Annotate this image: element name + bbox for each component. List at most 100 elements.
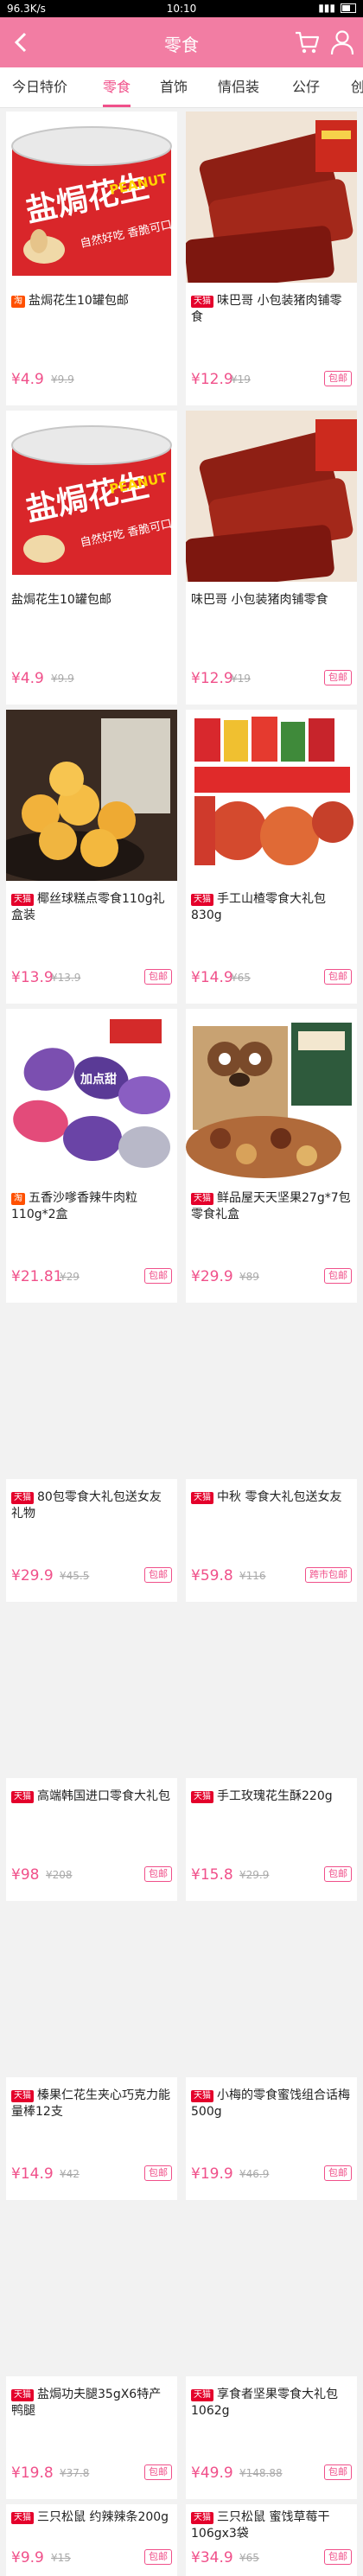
free-shipping-tag: 包邮 — [144, 2165, 172, 2181]
product-card[interactable]: 天猫 椰丝球糕点零食110g礼盒装 ¥13.9 ¥13.9 包邮 — [6, 710, 177, 1004]
product-image[interactable] — [6, 710, 177, 881]
current-price: ¥9.9 — [11, 2549, 44, 2566]
product-image[interactable] — [186, 710, 357, 881]
product-card[interactable]: 天猫 三只松鼠 约辣辣条200g ¥9.9 ¥15 包邮 — [6, 2504, 177, 2576]
current-price: ¥19.9 — [191, 2165, 233, 2183]
product-image-placeholder[interactable] — [186, 1607, 357, 1778]
product-image[interactable]: 盐焗花生 PEANUT 自然好吃 香脆可口 — [6, 411, 177, 582]
taobao-badge: 淘 — [11, 296, 25, 308]
product-card[interactable]: 盐焗花生 PEANUT 自然好吃 香脆可口 淘盐焗花生10罐包邮 ¥4.9 ¥9… — [6, 112, 177, 405]
product-image[interactable]: 盐焗花生 PEANUT 自然好吃 香脆可口 — [6, 112, 177, 283]
original-price: ¥42 — [60, 2168, 80, 2180]
product-name: 盐焗花生10罐包邮 — [11, 593, 111, 607]
product-title: 天猫 鲜品屋天天坚果27g*7包零食礼盒 — [191, 1190, 352, 1223]
product-card[interactable]: 天猫 榛果仁花生夹心巧克力能量棒12支 ¥14.9 ¥42 包邮 — [6, 1906, 177, 2200]
user-icon[interactable] — [330, 29, 354, 55]
product-title: 盐焗花生10罐包邮 — [11, 592, 172, 609]
tab-more[interactable]: 创 — [351, 67, 363, 107]
product-title: 淘盐焗花生10罐包邮 — [11, 293, 172, 309]
free-shipping-tag: 包邮 — [324, 2165, 352, 2181]
product-title: 天猫 小梅的零食蜜饯组合话梅500g — [191, 2088, 352, 2120]
tmall-badge: 天猫 — [11, 2090, 34, 2102]
product-image[interactable] — [186, 112, 357, 283]
product-card[interactable]: 味巴哥 小包装猪肉铺零食 ¥12.9 ¥19 包邮 — [186, 411, 357, 705]
product-card[interactable]: 天猫 三只松鼠 蜜饯草莓干106gx3袋 ¥34.9 ¥65 包邮 — [186, 2504, 357, 2576]
tmall-badge: 天猫 — [191, 894, 213, 906]
product-image[interactable] — [186, 1009, 357, 1180]
product-image-placeholder[interactable] — [186, 1308, 357, 1479]
current-price: ¥14.9 — [11, 2165, 54, 2183]
nuts-giftbox-image — [186, 1009, 357, 1180]
free-shipping-tag: 包邮 — [144, 2549, 172, 2565]
free-shipping-tag: 包邮 — [324, 2464, 352, 2480]
product-image-placeholder[interactable] — [6, 1308, 177, 1479]
product-name: 高端韩国进口零食大礼包 — [37, 1789, 170, 1803]
product-image-placeholder[interactable] — [6, 1607, 177, 1778]
product-card[interactable]: 天猫 小梅的零食蜜饯组合话梅500g ¥19.9 ¥46.9 包邮 — [186, 1906, 357, 2200]
product-title: 天猫 手工山楂零食大礼包830g — [191, 891, 352, 924]
tab-today-deals[interactable]: 今日特价 — [12, 67, 67, 107]
product-image-placeholder[interactable] — [6, 1906, 177, 2077]
product-card[interactable]: 天猫 味巴哥 小包装猪肉铺零食 ¥12.9 ¥19 包邮 — [186, 112, 357, 405]
free-shipping-tag: 包邮 — [324, 1268, 352, 1284]
free-shipping-tag: 包邮 — [144, 1866, 172, 1882]
original-price: ¥9.9 — [51, 673, 74, 685]
tab-couple-wear[interactable]: 情侣装 — [218, 67, 259, 107]
product-card[interactable]: 加点甜 淘五香沙嗲香辣牛肉粒110g*2盒 ¥21.81 ¥29 包邮 — [6, 1009, 177, 1303]
product-title: 天猫 80包零食大礼包送女友礼物 — [11, 1489, 172, 1522]
tmall-badge: 天猫 — [11, 1791, 34, 1803]
product-title: 淘五香沙嗲香辣牛肉粒110g*2盒 — [11, 1190, 172, 1223]
free-shipping-tag: 包邮 — [144, 1268, 172, 1284]
product-card[interactable]: 天猫 盐焗功夫腿35gX6特产鸭腿 ¥19.8 ¥37.8 包邮 — [6, 2205, 177, 2499]
tab-snacks[interactable]: 零食 — [103, 67, 131, 107]
product-card[interactable]: 天猫 中秋 零食大礼包送女友 ¥59.8 ¥116 跨市包邮 — [186, 1308, 357, 1602]
tab-dolls[interactable]: 公仔 — [292, 67, 320, 107]
product-card[interactable]: 天猫 高端韩国进口零食大礼包 ¥98 ¥208 包邮 — [6, 1607, 177, 1901]
product-image[interactable] — [186, 411, 357, 582]
product-name: 小梅的零食蜜饯组合话梅500g — [191, 2088, 350, 2119]
free-shipping-tag: 包邮 — [324, 670, 352, 685]
product-card[interactable]: 天猫 鲜品屋天天坚果27g*7包零食礼盒 ¥29.9 ¥89 包邮 — [186, 1009, 357, 1303]
product-name: 手工玫瑰花生酥220g — [217, 1789, 333, 1803]
free-shipping-tag: 包邮 — [144, 2464, 172, 2480]
tmall-badge: 天猫 — [191, 296, 213, 308]
current-price: ¥13.9 — [11, 969, 54, 986]
current-price: ¥14.9 — [191, 969, 233, 986]
original-price: ¥45.5 — [60, 1570, 90, 1582]
free-shipping-tag: 跨市包邮 — [305, 1567, 352, 1583]
original-price: ¥89 — [239, 1271, 259, 1283]
product-card[interactable]: 盐焗花生 PEANUT 自然好吃 香脆可口 盐焗花生10罐包邮 ¥4.9 ¥9.… — [6, 411, 177, 705]
product-card[interactable]: 天猫 80包零食大礼包送女友礼物 ¥29.9 ¥45.5 包邮 — [6, 1308, 177, 1602]
candy-image: 加点甜 — [6, 1009, 177, 1180]
product-card[interactable]: 天猫 手工山楂零食大礼包830g ¥14.9 ¥65 包邮 — [186, 710, 357, 1004]
original-price: ¥37.8 — [60, 2467, 90, 2479]
tmall-badge: 天猫 — [191, 2090, 213, 2102]
jerky-image — [186, 411, 357, 582]
current-price: ¥21.81 — [11, 1268, 63, 1285]
product-image-placeholder[interactable] — [186, 1906, 357, 2077]
product-image-placeholder[interactable] — [186, 2205, 357, 2376]
product-image[interactable]: 加点甜 — [6, 1009, 177, 1180]
product-image-placeholder[interactable] — [6, 2205, 177, 2376]
status-icons: ▮▮▮ — [318, 2, 356, 14]
original-price: ¥15 — [51, 2552, 71, 2564]
product-title: 天猫 手工玫瑰花生酥220g — [191, 1789, 352, 1805]
product-card[interactable]: 天猫 手工玫瑰花生酥220g ¥15.8 ¥29.9 包邮 — [186, 1607, 357, 1901]
original-price: ¥29.9 — [239, 1869, 270, 1881]
status-bar: 96.3K/s 10:10 ▮▮▮ — [0, 0, 363, 17]
product-title: 天猫 椰丝球糕点零食110g礼盒装 — [11, 891, 172, 924]
free-shipping-tag: 包邮 — [324, 969, 352, 985]
original-price: ¥116 — [239, 1570, 266, 1582]
product-title: 天猫 中秋 零食大礼包送女友 — [191, 1489, 352, 1506]
tab-jewelry[interactable]: 首饰 — [160, 67, 188, 107]
cart-icon[interactable] — [294, 29, 320, 55]
category-tabs: 今日特价 零食 首饰 情侣装 公仔 创 — [0, 67, 363, 108]
tmall-badge: 天猫 — [11, 2512, 34, 2524]
product-card[interactable]: 天猫 享食者坚果零食大礼包1062g ¥49.9 ¥148.88 包邮 — [186, 2205, 357, 2499]
original-price: ¥19 — [231, 673, 251, 685]
tmall-badge: 天猫 — [191, 1492, 213, 1504]
original-price: ¥208 — [46, 1869, 73, 1881]
product-title: 天猫 三只松鼠 蜜饯草莓干106gx3袋 — [191, 2509, 352, 2542]
free-shipping-tag: 包邮 — [144, 969, 172, 985]
current-price: ¥34.9 — [191, 2549, 233, 2566]
